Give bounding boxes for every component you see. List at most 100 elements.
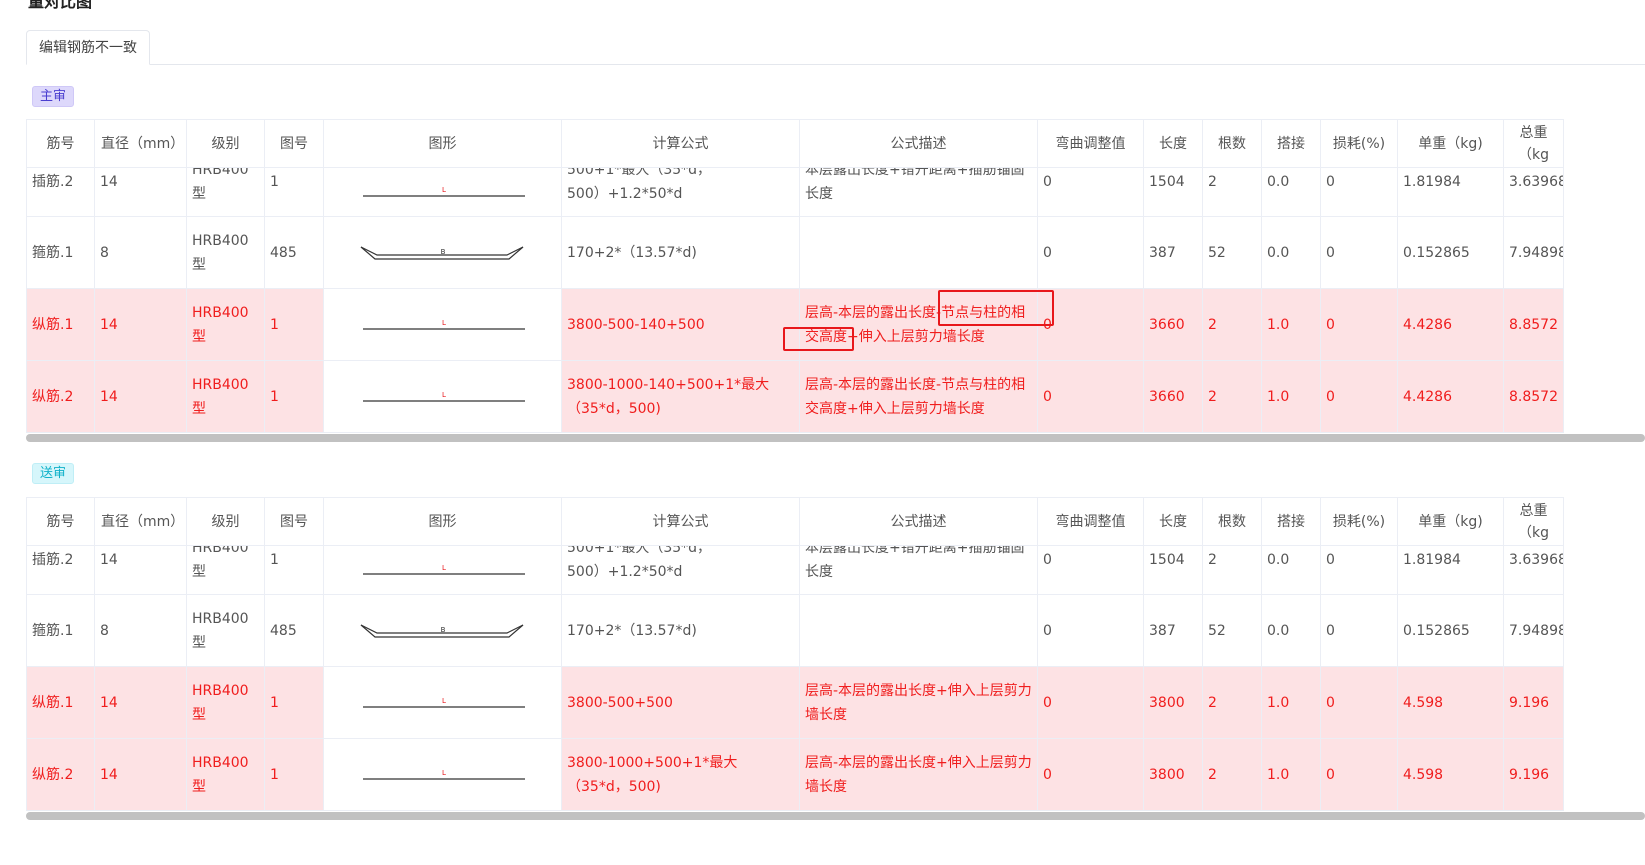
table-row[interactable]: 插筋.2 14 HRB400型 1 L 500+1*最大（35*d，500）+1.2*50… bbox=[26, 545, 1564, 595]
bend-adjust-cell: 0 bbox=[1037, 738, 1144, 811]
lap-text: 0.0 bbox=[1267, 174, 1290, 190]
shape-mark-label: L bbox=[442, 697, 446, 705]
shape-cell: L bbox=[323, 666, 562, 739]
loss-text: 0 bbox=[1326, 316, 1335, 333]
bend-adjust-text: 0 bbox=[1043, 766, 1052, 783]
formula-desc-text: 本层露出长度+错开距离+插筋锚固长度 bbox=[805, 167, 1025, 203]
col-diameter: 直径（mm） bbox=[94, 119, 187, 168]
loss-cell: 0 bbox=[1320, 594, 1398, 667]
lap-text: 0.0 bbox=[1267, 244, 1290, 261]
table-row[interactable]: 纵筋.1 14 HRB400型 1 L 3800-500+500 层高-本层的露出长度+伸入… bbox=[26, 666, 1564, 739]
count-cell: 2 bbox=[1202, 167, 1262, 217]
loss-text: 0 bbox=[1326, 552, 1335, 568]
shape-cell: L bbox=[323, 360, 562, 433]
bend-adjust-cell: 0 bbox=[1037, 216, 1144, 289]
col-count: 根数 bbox=[1202, 497, 1262, 546]
formula-desc-text: 层高-本层的露出长度-节点与柱的相交高度+伸入上层剪力墙长度 bbox=[805, 376, 1026, 417]
col-lap: 搭接 bbox=[1261, 497, 1321, 546]
loss-text: 0 bbox=[1326, 244, 1335, 261]
formula-text: 170+2*（13.57*d) bbox=[567, 622, 697, 639]
grade-text: HRB400型 bbox=[192, 232, 249, 273]
col-formula: 计算公式 bbox=[561, 497, 800, 546]
col-formula-desc: 公式描述 bbox=[799, 119, 1038, 168]
bend-adjust-cell: 0 bbox=[1037, 360, 1144, 433]
formula-desc-cell: 本层露出长度+错开距离+插筋锚固长度 bbox=[799, 545, 1038, 595]
total-weight-text: 7.94898 bbox=[1509, 622, 1564, 639]
lap-text: 1.0 bbox=[1267, 694, 1290, 711]
figure-no-text: 1 bbox=[270, 174, 279, 190]
figure-no-cell: 1 bbox=[264, 545, 324, 595]
diameter-cell: 14 bbox=[94, 738, 187, 811]
lap-text: 1.0 bbox=[1267, 388, 1290, 405]
lap-cell: 0.0 bbox=[1261, 545, 1321, 595]
bend-adjust-cell: 0 bbox=[1037, 545, 1144, 595]
grade-cell: HRB400型 bbox=[186, 360, 265, 433]
col-grade: 级别 bbox=[186, 497, 265, 546]
count-cell: 2 bbox=[1202, 666, 1262, 739]
table-row[interactable]: 纵筋.1 14 HRB400型 1 L 3800-500-140+500 层高-本层的露出长… bbox=[26, 288, 1564, 361]
shape-cell: L bbox=[323, 738, 562, 811]
rebar-table-main: 筋号 直径（mm） 级别 图号 图形 计算公式 公式描述 弯曲调整值 长度 根数 搭接 损耗(%) 单重… bbox=[26, 119, 1564, 433]
grade-cell: HRB400型 bbox=[186, 167, 265, 217]
tab-edit-rebar-mismatch[interactable]: 编辑钢筋不一致 bbox=[26, 30, 150, 65]
lap-cell: 1.0 bbox=[1261, 360, 1321, 433]
table-row[interactable]: 箍筋.1 8 HRB400型 485 B 170+2*（13.57*d) 0 387 52 0.0… bbox=[26, 594, 1564, 667]
rebar-id-text: 纵筋.2 bbox=[32, 388, 74, 405]
grade-text: HRB400型 bbox=[192, 545, 249, 581]
formula-cell: 500+1*最大（35*d，500）+1.2*50*d bbox=[561, 545, 800, 595]
formula-desc-text: 本层露出长度+错开距离+插筋锚固长度 bbox=[805, 545, 1025, 581]
bend-adjust-text: 0 bbox=[1043, 244, 1052, 261]
horizontal-scrollbar[interactable] bbox=[26, 812, 1645, 820]
table-row[interactable]: 纵筋.2 14 HRB400型 1 L 3800-1000-140+500+1*最大（35… bbox=[26, 360, 1564, 433]
rebar-id-text: 纵筋.2 bbox=[32, 766, 74, 783]
unit-weight-cell: 0.152865 bbox=[1397, 594, 1504, 667]
figure-no-text: 1 bbox=[270, 766, 279, 783]
stirrup-shape-icon: B bbox=[360, 623, 523, 638]
figure-no-cell: 1 bbox=[264, 666, 324, 739]
rebar-id-cell: 纵筋.1 bbox=[26, 666, 95, 739]
figure-no-cell: 1 bbox=[264, 738, 324, 811]
formula-text: 3800-500-140+500 bbox=[567, 316, 705, 333]
grade-text: HRB400型 bbox=[192, 304, 249, 345]
table-row[interactable]: 纵筋.2 14 HRB400型 1 L 3800-1000+500+1*最大（35*d，5… bbox=[26, 738, 1564, 811]
count-text: 52 bbox=[1208, 244, 1226, 261]
table-row[interactable]: 插筋.2 14 HRB400型 1 L 500+1*最大（35*d，500）+1.2*50… bbox=[26, 167, 1564, 217]
bend-adjust-text: 0 bbox=[1043, 552, 1052, 568]
formula-desc-text: 层高-本层的露出长度-节点与柱的相交高度+伸入上层剪力墙长度 bbox=[805, 304, 1026, 345]
rebar-id-cell: 插筋.2 bbox=[26, 545, 95, 595]
rebar-id-cell: 箍筋.1 bbox=[26, 594, 95, 667]
length-text: 3660 bbox=[1149, 316, 1185, 333]
diameter-text: 14 bbox=[100, 316, 118, 333]
formula-cell: 170+2*（13.57*d) bbox=[561, 216, 800, 289]
lap-text: 1.0 bbox=[1267, 316, 1290, 333]
col-bend-adjust: 弯曲调整值 bbox=[1037, 497, 1144, 546]
rebar-id-cell: 纵筋.2 bbox=[26, 738, 95, 811]
col-length: 长度 bbox=[1143, 497, 1203, 546]
tab-bar: 编辑钢筋不一致 bbox=[26, 30, 1645, 65]
rebar-id-text: 插筋.2 bbox=[32, 552, 74, 568]
diameter-cell: 14 bbox=[94, 360, 187, 433]
col-lap: 搭接 bbox=[1261, 119, 1321, 168]
shape-mark-label: L bbox=[442, 319, 446, 327]
stirrup-shape-icon: B bbox=[360, 245, 523, 260]
lap-text: 1.0 bbox=[1267, 766, 1290, 783]
figure-no-cell: 485 bbox=[264, 216, 324, 289]
formula-text: 500+1*最大（35*d，500）+1.2*50*d bbox=[567, 545, 712, 581]
unit-weight-cell: 4.598 bbox=[1397, 738, 1504, 811]
col-total-weight: 总重（kg bbox=[1503, 497, 1564, 546]
length-text: 387 bbox=[1149, 244, 1176, 261]
straight-bar-shape-icon: L bbox=[362, 697, 525, 708]
straight-bar-shape-icon: L bbox=[362, 186, 525, 197]
horizontal-scrollbar[interactable] bbox=[26, 434, 1645, 442]
unit-weight-cell: 1.81984 bbox=[1397, 167, 1504, 217]
grade-cell: HRB400型 bbox=[186, 288, 265, 361]
unit-weight-text: 0.152865 bbox=[1403, 622, 1470, 639]
unit-weight-cell: 4.4286 bbox=[1397, 360, 1504, 433]
diameter-cell: 8 bbox=[94, 594, 187, 667]
main-review-tag: 主审 bbox=[32, 86, 75, 107]
grade-text: HRB400型 bbox=[192, 682, 249, 723]
length-cell: 1504 bbox=[1143, 545, 1203, 595]
formula-desc-cell: 层高-本层的露出长度+伸入上层剪力墙长度 bbox=[799, 666, 1038, 739]
loss-text: 0 bbox=[1326, 766, 1335, 783]
table-row[interactable]: 箍筋.1 8 HRB400型 485 B 170+2*（13.57*d) 0 387 52 0.0… bbox=[26, 216, 1564, 289]
